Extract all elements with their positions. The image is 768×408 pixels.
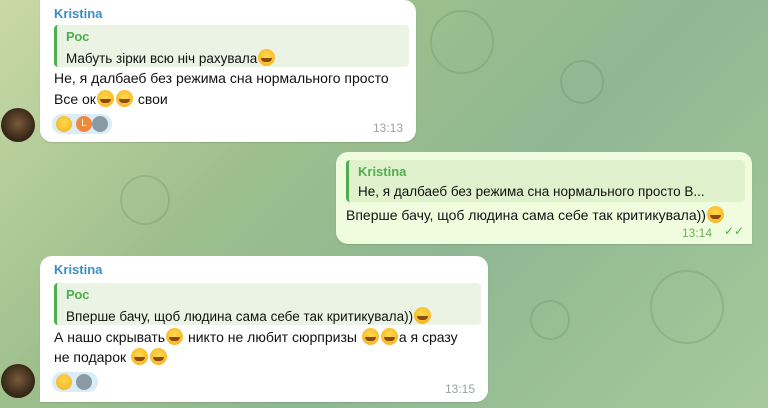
avatar[interactable]: [1, 364, 35, 398]
message-text-line: Все ок свои: [54, 90, 168, 107]
background-doodle: [120, 175, 170, 225]
reply-quote-text-wrap: Мабуть зірки всю ніч рахувала: [66, 49, 276, 66]
emoji-icon: [361, 328, 379, 345]
background-doodle: [650, 270, 724, 344]
reply-quote-name: Kristina: [358, 164, 407, 179]
emoji-icon: [96, 90, 114, 107]
avatar[interactable]: [1, 108, 35, 142]
reply-quote[interactable]: Kristina Не, я далбаеб без режима сна но…: [346, 160, 745, 202]
background-doodle: [560, 60, 604, 104]
message-text: свои: [137, 91, 168, 107]
emoji-icon: [115, 90, 133, 107]
emoji-icon: [706, 206, 724, 223]
message-text: Все ок: [54, 91, 96, 107]
background-doodle: [430, 10, 494, 74]
emoji-icon: [258, 49, 276, 66]
emoji-icon: [166, 328, 184, 345]
emoji-icon[interactable]: [56, 116, 72, 132]
reply-quote-text-wrap: Вперше бачу, щоб людина сама себе так кр…: [66, 307, 432, 324]
emoji-icon[interactable]: [56, 374, 72, 390]
reaction-bar[interactable]: L: [52, 114, 112, 134]
message-text: а я сразу: [398, 329, 458, 345]
reply-quote[interactable]: Рос Вперше бачу, щоб людина сама себе та…: [54, 283, 481, 325]
reply-quote-name: Рос: [66, 287, 90, 302]
message-time: 13:15: [445, 382, 476, 396]
emoji-icon: [150, 348, 168, 365]
reaction-avatar: [92, 116, 108, 132]
emoji-icon: [131, 348, 149, 365]
background-doodle: [530, 300, 570, 340]
message-bubble[interactable]: Kristina Рос Мабуть зірки всю ніч рахува…: [40, 0, 416, 142]
reply-quote-text: Вперше бачу, щоб людина сама себе так кр…: [66, 309, 414, 324]
reply-quote-text: Не, я далбаеб без режима сна нормального…: [358, 184, 705, 199]
double-check-icon: ✓✓: [724, 224, 745, 238]
message-text: никто не любит сюрпризы: [187, 329, 357, 345]
message-text: Не, я далбаеб без режима сна нормального…: [54, 70, 389, 86]
message-time: 13:14: [682, 226, 713, 240]
message-text-line: не подарок: [54, 348, 168, 365]
reaction-avatar: L: [76, 116, 92, 132]
message-sender[interactable]: Kristina: [54, 6, 102, 21]
message-bubble[interactable]: Kristina Рос Вперше бачу, щоб людина сам…: [40, 256, 488, 402]
message-text: Вперше бачу, щоб людина сама себе так кр…: [346, 207, 706, 223]
reaction-bar[interactable]: [52, 372, 98, 392]
reply-quote[interactable]: Рос Мабуть зірки всю ніч рахувала: [54, 25, 409, 67]
emoji-icon: [414, 307, 432, 324]
reaction-avatar: [76, 374, 92, 390]
message-bubble[interactable]: Kristina Не, я далбаеб без режима сна но…: [336, 152, 752, 244]
reply-quote-text: Мабуть зірки всю ніч рахувала: [66, 51, 258, 66]
message-text-line: Вперше бачу, щоб людина сама себе так кр…: [346, 206, 725, 223]
message-text: А нашо скрывать: [54, 329, 166, 345]
reply-quote-name: Рос: [66, 29, 90, 44]
message-sender[interactable]: Kristina: [54, 262, 102, 277]
message-text: не подарок: [54, 349, 127, 365]
emoji-icon: [380, 328, 398, 345]
message-text-line: А нашо скрывать никто не любит сюрпризы …: [54, 328, 458, 345]
message-time: 13:13: [373, 121, 404, 135]
